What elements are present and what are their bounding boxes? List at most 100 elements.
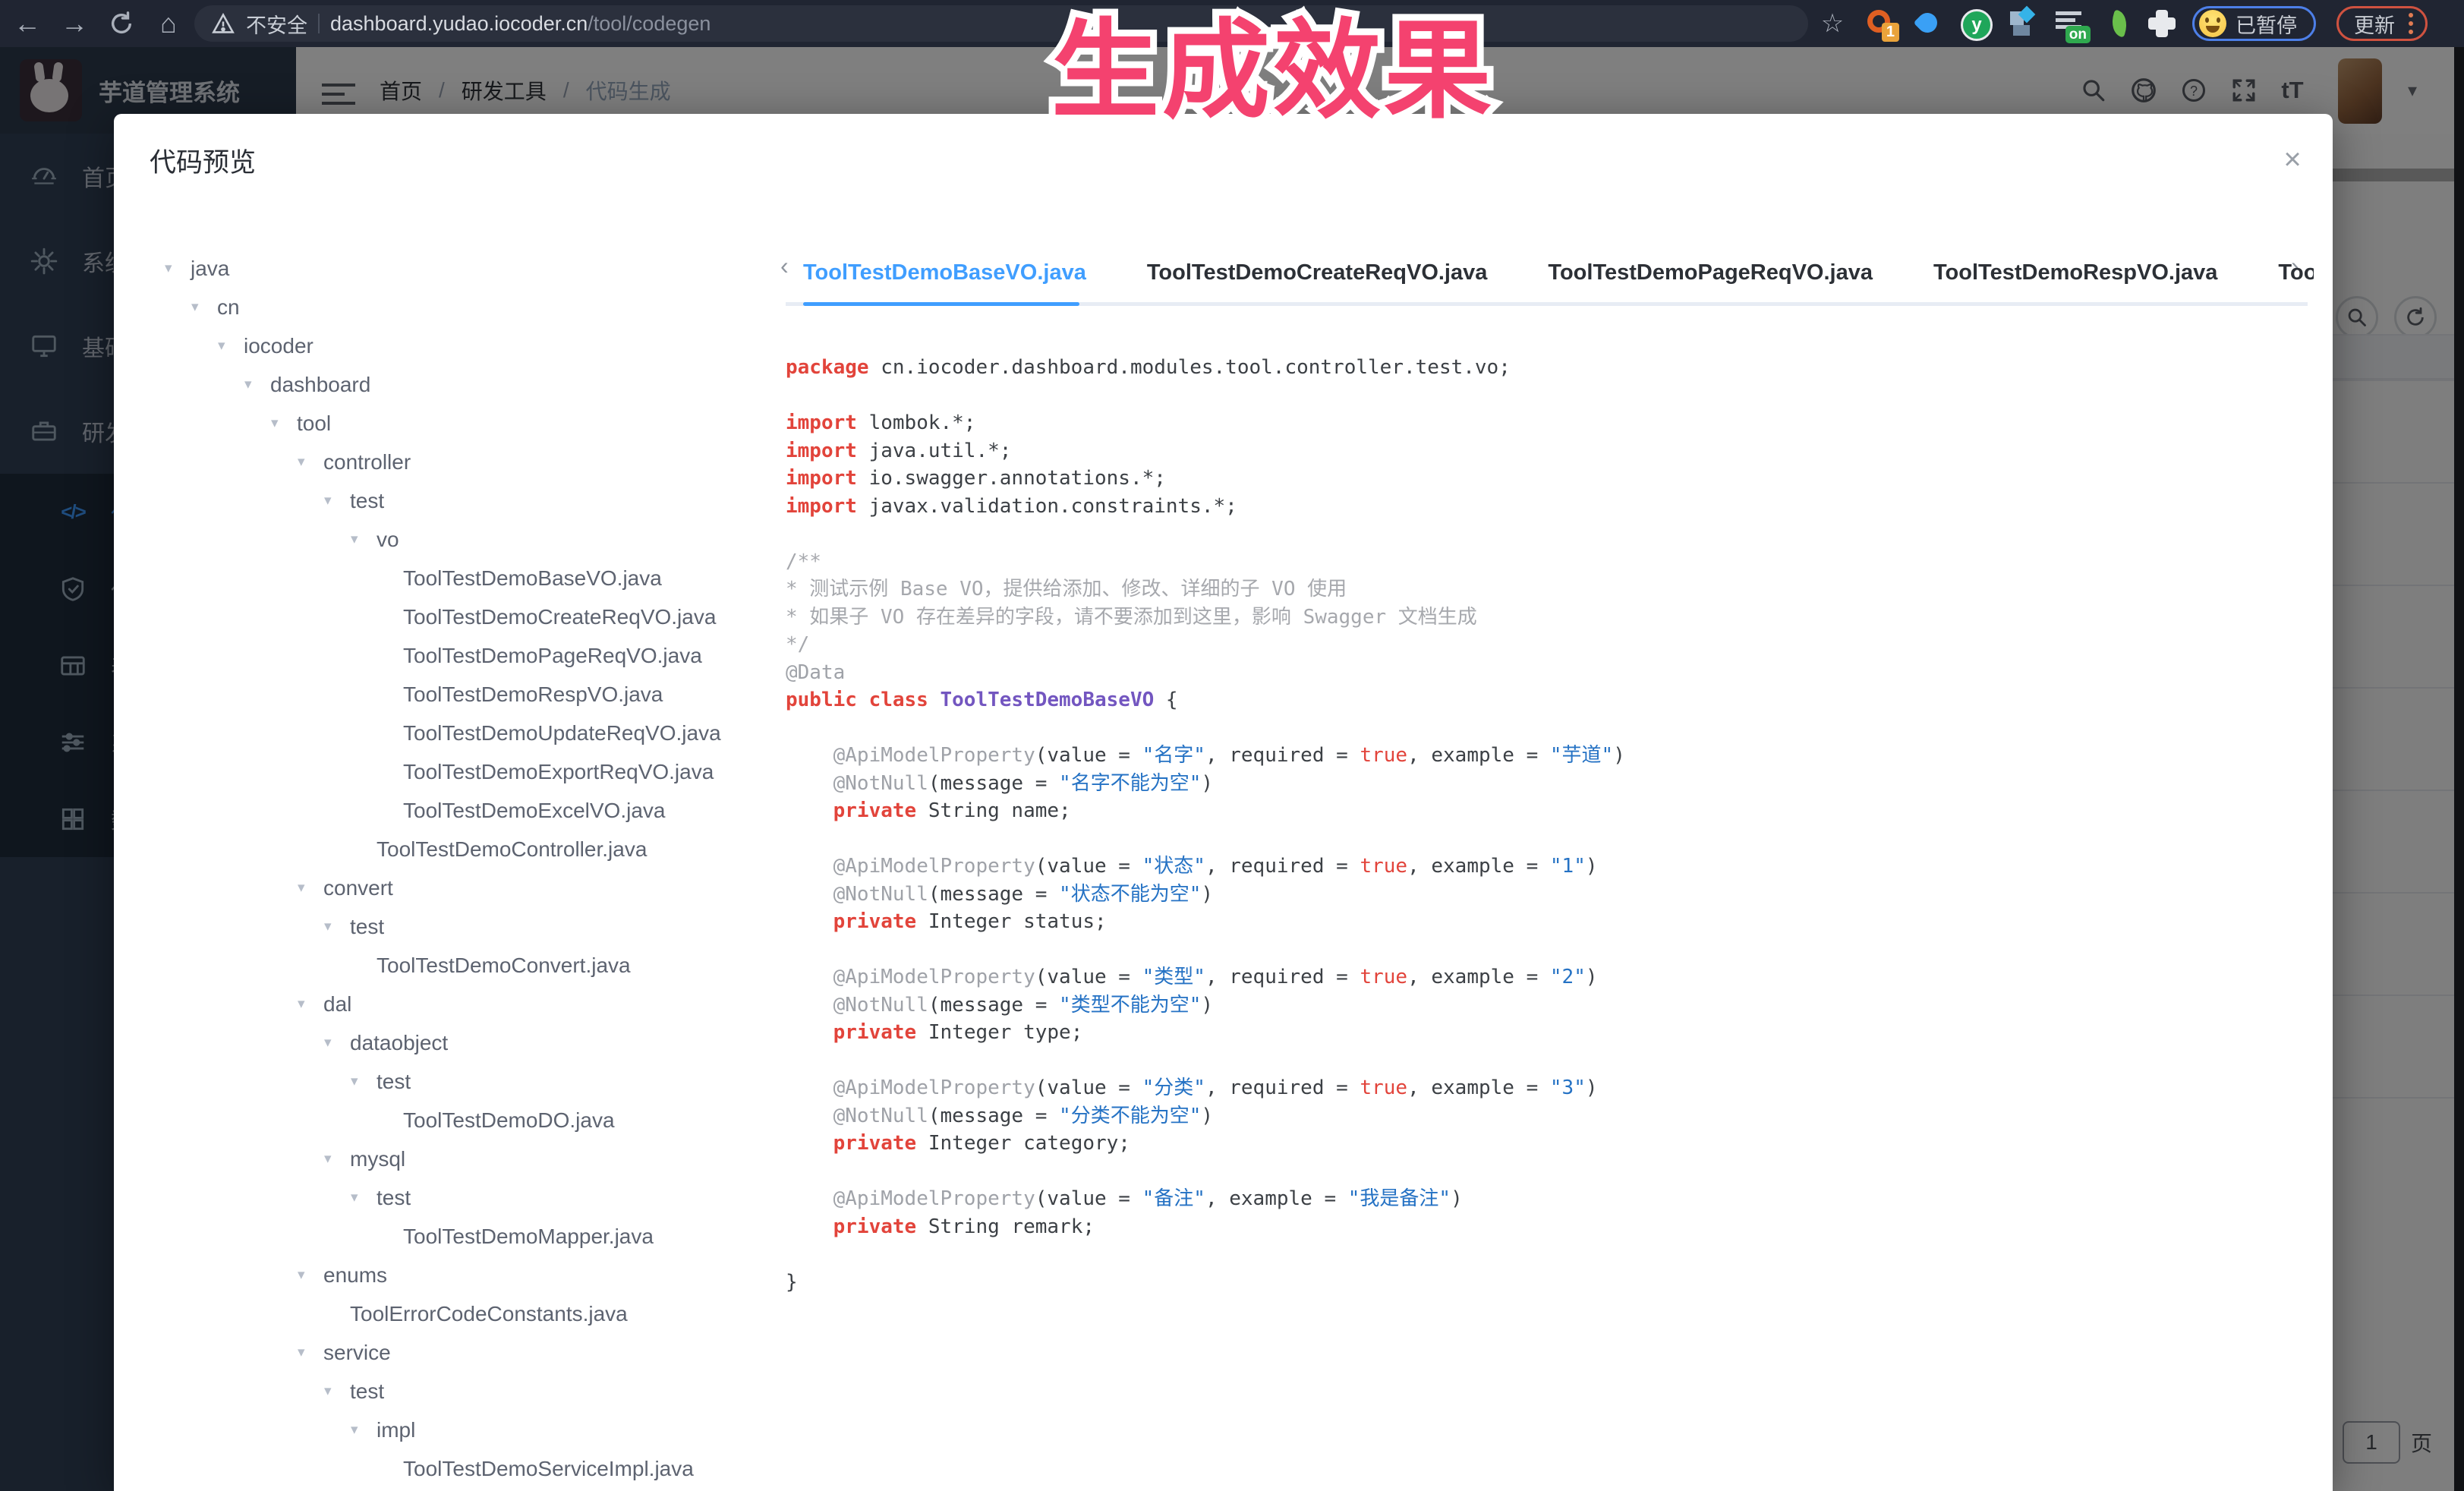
tree-file[interactable]: ToolTestDemoController.java (150, 830, 780, 868)
tree-folder[interactable]: ▾dal (150, 985, 780, 1023)
file-tab[interactable]: ToolTe (2278, 260, 2314, 285)
tree-file[interactable]: ToolTestDemoCreateReqVO.java (150, 597, 780, 636)
address-bar[interactable]: 不安全 dashboard.yudao.iocoder.cn/tool/code… (194, 5, 1808, 42)
annotation-overlay: 生成效果 生成效果 (1051, 11, 1495, 131)
tree-file[interactable]: ToolTestDemoPageReqVO.java (150, 636, 780, 675)
tree-file[interactable]: ToolTestDemoExcelVO.java (150, 791, 780, 830)
tree-folder[interactable]: ▾test (150, 1178, 780, 1217)
tree-label: service (323, 1341, 391, 1365)
extension-badge: 1 (1882, 23, 1899, 42)
tree-folder[interactable]: ▾test (150, 1372, 780, 1411)
tree-file[interactable]: ToolTestDemoServiceImpl.java (150, 1449, 780, 1488)
extension-orange-icon[interactable]: 1 (1866, 8, 1896, 39)
code-line (786, 520, 2311, 548)
caret-down-icon: ▾ (324, 1150, 350, 1168)
tree-file[interactable]: ToolTestDemoMapper.java (150, 1217, 780, 1256)
tree-label: enums (323, 1263, 387, 1288)
file-tabs: ToolTestDemoBaseVO.java ToolTestDemoCreat… (803, 249, 2314, 296)
tree-label: ToolTestDemoBaseVO.java (403, 566, 662, 591)
extension-list-icon[interactable]: on (2056, 8, 2086, 39)
tree-folder[interactable]: ▾cn (150, 288, 780, 326)
file-tab[interactable]: ToolTestDemoRespVO.java (1933, 260, 2217, 285)
tree-file[interactable]: ToolTestDemoExportReqVO.java (150, 752, 780, 791)
code-viewer: package cn.iocoder.dashboard.modules.too… (786, 354, 2311, 1296)
code-line: @NotNull(message = "类型不能为空") (786, 991, 2311, 1020)
tree-folder[interactable]: ▾java (150, 249, 780, 288)
browser-update-button[interactable]: 更新 (2336, 6, 2428, 41)
tree-label: ToolErrorCodeConstants.java (350, 1302, 628, 1326)
file-tab[interactable]: ToolTestDemoPageReqVO.java (1548, 260, 1873, 285)
insecure-warning-icon (211, 13, 235, 34)
code-line: @ApiModelProperty(value = "分类", required… (786, 1074, 2311, 1102)
tree-label: test (350, 1379, 384, 1404)
tree-folder[interactable]: ▾controller (150, 443, 780, 481)
browser-back-icon[interactable]: ← (8, 0, 47, 47)
tree-file[interactable]: ToolTestDemoRespVO.java (150, 675, 780, 714)
browser-forward-icon[interactable]: → (55, 0, 94, 47)
tree-label: dataobject (350, 1031, 448, 1055)
tree-label: ToolTestDemoCreateReqVO.java (403, 605, 716, 629)
tree-folder[interactable]: ▾dashboard (150, 365, 780, 404)
tree-folder[interactable]: ▾service (150, 1333, 780, 1372)
tree-label: dal (323, 992, 351, 1017)
tree-folder[interactable]: ▾dataobject (150, 1023, 780, 1062)
tree-folder[interactable]: ▾vo (150, 520, 780, 559)
active-tab-underline (803, 302, 1079, 306)
browser-menu-icon[interactable] (2409, 13, 2413, 34)
tree-folder[interactable]: ▾impl (150, 1411, 780, 1449)
tree-folder[interactable]: ▾test (150, 481, 780, 520)
tree-label: convert (323, 876, 393, 900)
dialog-title: 代码预览 (150, 141, 256, 180)
tree-file[interactable]: ToolTestDemoBaseVO.java (150, 559, 780, 597)
screen: ← → ⌂ 不安全 dashboard.yudao.iocoder.cn/too… (0, 0, 2464, 1491)
tree-label: iocoder (244, 334, 314, 358)
tree-folder[interactable]: ▾test (150, 1062, 780, 1101)
extension-green-icon[interactable]: y (1960, 8, 1990, 39)
code-line: @NotNull(message = "状态不能为空") (786, 881, 2311, 909)
tree-label: controller (323, 450, 411, 474)
extension-on-badge: on (2065, 26, 2091, 43)
tree-label: ToolTestDemoMapper.java (403, 1225, 654, 1249)
tree-label: test (350, 915, 384, 939)
tree-label: ToolTestDemoUpdateReqVO.java (403, 721, 721, 746)
caret-down-icon: ▾ (244, 376, 270, 393)
tree-file[interactable]: ToolTestDemoUpdateReqVO.java (150, 714, 780, 752)
caret-down-icon: ▾ (298, 1266, 323, 1284)
browser-home-icon[interactable]: ⌂ (149, 0, 188, 47)
tree-folder[interactable]: ▾convert (150, 868, 780, 907)
code-line: import io.swagger.annotations.*; (786, 465, 2311, 493)
close-icon[interactable]: × (2270, 137, 2315, 182)
url-text: dashboard.yudao.iocoder.cn/tool/codegen (330, 12, 711, 36)
extension-leaf-icon[interactable] (2104, 8, 2135, 39)
tree-folder[interactable]: ▾enums (150, 1256, 780, 1294)
code-line: private Integer type; (786, 1019, 2311, 1047)
extension-drop-icon[interactable] (1913, 8, 1943, 39)
extension-squares-icon[interactable] (2009, 8, 2039, 39)
file-tab[interactable]: ToolTestDemoCreateReqVO.java (1147, 260, 1488, 285)
tree-file[interactable]: ToolTestDemoConvert.java (150, 946, 780, 985)
code-line: import java.util.*; (786, 437, 2311, 465)
tree-label: ToolTestDemoExportReqVO.java (403, 760, 714, 784)
tree-file[interactable]: ToolTestDemoDO.java (150, 1101, 780, 1140)
caret-down-icon: ▾ (351, 531, 377, 548)
browser-reload-icon[interactable] (102, 0, 141, 47)
tree-file[interactable]: ToolErrorCodeConstants.java (150, 1294, 780, 1333)
profile-paused-badge[interactable]: 已暂停 (2192, 6, 2316, 41)
file-tab[interactable]: ToolTestDemoBaseVO.java (803, 260, 1086, 285)
tree-label: test (377, 1070, 411, 1094)
tree-label: ToolTestDemoExcelVO.java (403, 799, 665, 823)
caret-down-icon: ▾ (298, 453, 323, 471)
tree-folder[interactable]: ▾tool (150, 404, 780, 443)
tabs-prev-icon[interactable]: ‹ (780, 252, 789, 280)
bookmark-star-icon[interactable]: ☆ (1816, 0, 1849, 47)
code-line: import lombok.*; (786, 409, 2311, 437)
tree-folder[interactable]: ▾mysql (150, 1140, 780, 1178)
tree-folder[interactable]: ▾test (150, 907, 780, 946)
code-line (786, 1240, 2311, 1269)
caret-down-icon: ▾ (191, 298, 217, 316)
tree-folder[interactable]: ▾iocoder (150, 326, 780, 365)
tree-label: ToolTestDemoConvert.java (377, 954, 631, 978)
tree-label: dashboard (270, 373, 370, 397)
caret-down-icon: ▾ (218, 337, 244, 355)
extensions-puzzle-icon[interactable] (2147, 8, 2177, 39)
